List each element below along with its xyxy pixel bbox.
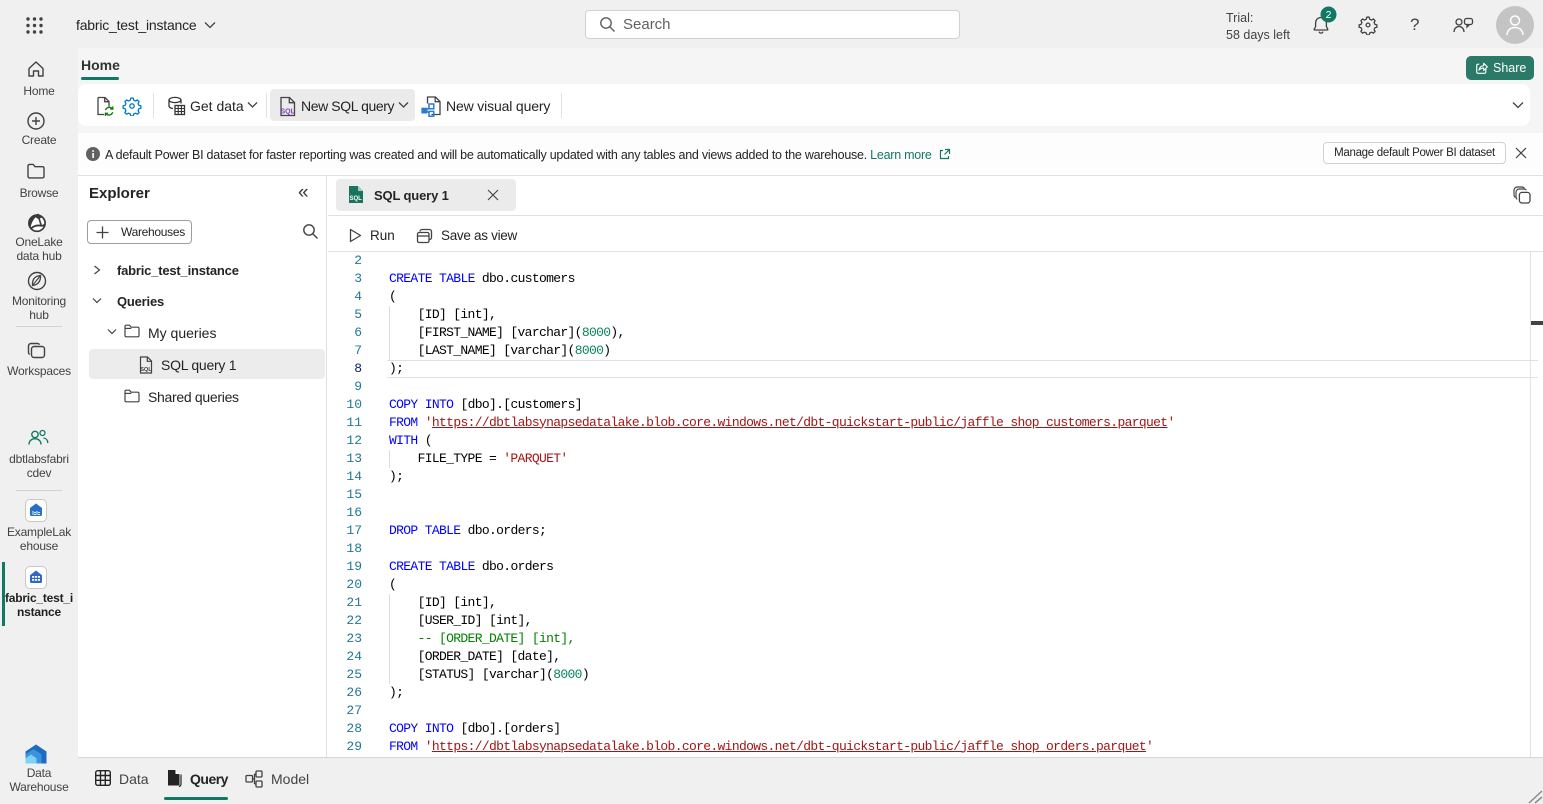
svg-text:SQL: SQL — [350, 196, 363, 202]
svg-text:SQL: SQL — [281, 109, 296, 116]
svg-text:2: 2 — [1326, 9, 1332, 21]
svg-text:SQL: SQL — [140, 367, 152, 373]
